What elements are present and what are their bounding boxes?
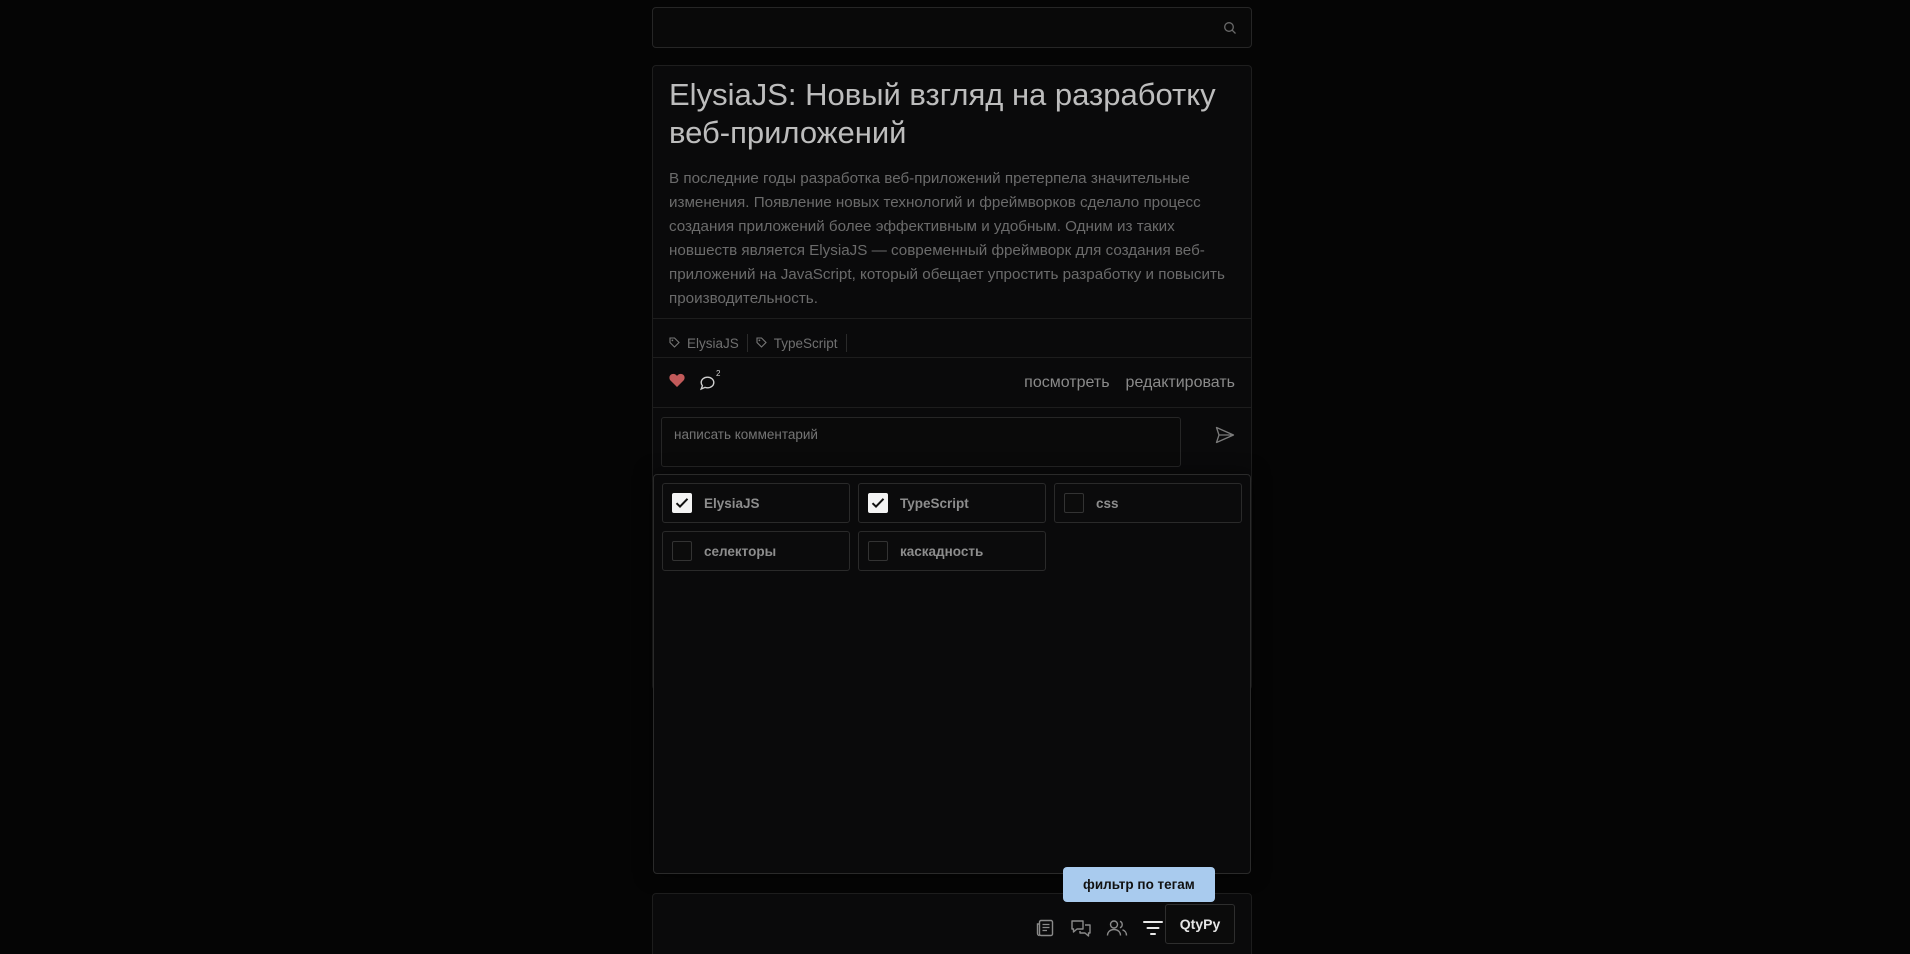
post-tag[interactable]: TypeScript [756,334,847,352]
check-icon [675,498,689,509]
comment-icon [699,375,715,390]
like-button[interactable] [669,373,685,393]
checkbox-checked[interactable] [868,493,888,513]
post-title: ElysiaJS: Новый взгляд на разработку веб… [669,77,1216,150]
users-icon[interactable] [1105,916,1129,940]
tag-filter-panel: ElysiaJS TypeScript css селекторы каскад… [653,474,1251,874]
checkbox[interactable] [1064,493,1084,513]
check-icon [871,498,885,509]
chats-icon[interactable] [1069,916,1093,940]
tag-option-label: TypeScript [900,495,969,511]
filter-tooltip: фильтр по тегам [1063,867,1215,902]
tag-label: ElysiaJS [687,335,739,351]
divider [653,357,1251,358]
search-bar [652,7,1252,48]
search-icon[interactable] [1223,21,1237,40]
checkbox[interactable] [868,541,888,561]
post-actions: 2 посмотреть редактировать [669,368,1235,398]
tag-option-label: селекторы [704,543,777,559]
tag-filter-options: ElysiaJS TypeScript css селекторы каскад… [662,483,1242,571]
bottom-nav-bar: QtyPy [652,893,1252,954]
comments-count: 2 [716,368,721,378]
divider [653,318,1251,319]
filter-icon[interactable] [1141,916,1165,940]
tag-option-selectors[interactable]: селекторы [662,531,850,571]
tag-option-typescript[interactable]: TypeScript [858,483,1046,523]
comment-box [661,417,1181,467]
tag-icon [669,336,680,351]
checkbox[interactable] [672,541,692,561]
view-link[interactable]: посмотреть [1024,374,1109,392]
post-tags: ElysiaJS TypeScript [669,327,855,359]
comment-input[interactable] [662,418,1180,466]
post-body: В последние годы разработка веб-приложен… [669,170,1225,307]
tag-option-label: ElysiaJS [704,495,760,511]
tag-option-cascade[interactable]: каскадность [858,531,1046,571]
send-icon [1215,426,1235,444]
tag-label: TypeScript [773,335,838,351]
divider [653,407,1251,408]
brand-button[interactable]: QtyPy [1165,904,1235,944]
tag-option-css[interactable]: css [1054,483,1242,523]
heart-icon [669,373,685,387]
comments-button[interactable]: 2 [699,369,720,392]
tag-option-elysiajs[interactable]: ElysiaJS [662,483,850,523]
news-icon[interactable] [1033,916,1057,940]
bottom-nav-icons [1033,916,1165,940]
checkbox-checked[interactable] [672,493,692,513]
tag-option-label: css [1096,495,1119,511]
search-input[interactable] [653,8,1251,47]
send-comment-button[interactable] [1215,426,1235,449]
tag-option-label: каскадность [900,543,984,559]
post-tag[interactable]: ElysiaJS [669,334,748,352]
edit-link[interactable]: редактировать [1126,374,1235,392]
tag-icon [756,336,767,351]
